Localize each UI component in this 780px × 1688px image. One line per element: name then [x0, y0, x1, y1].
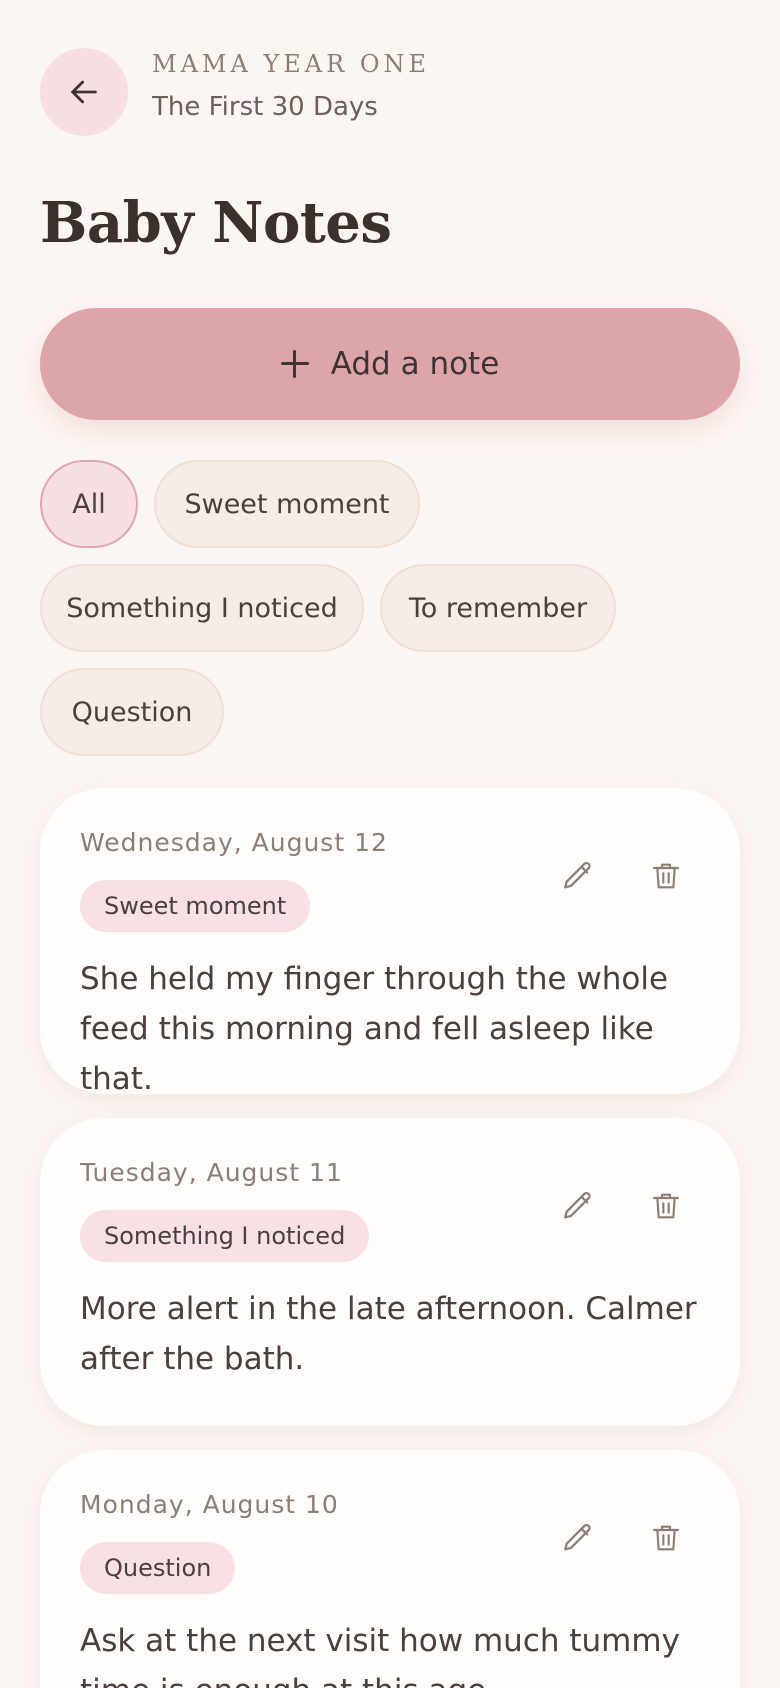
note-card: Tuesday, August 11 Something I noticed M…: [40, 1118, 740, 1426]
trash-icon: [652, 1525, 680, 1551]
note-date: Wednesday, August 12: [80, 828, 388, 857]
note-text: Ask at the next visit how much tummy tim…: [80, 1623, 680, 1688]
add-note-label: Add a note: [330, 346, 500, 382]
edit-note-button[interactable]: [548, 1176, 608, 1236]
add-note-button[interactable]: Add a note: [40, 308, 740, 420]
filter-chip-all[interactable]: All: [40, 460, 138, 548]
pencil-icon: [564, 861, 591, 889]
note-tag: Something I noticed: [80, 1210, 370, 1262]
trash-icon: [652, 1193, 680, 1219]
note-date: Monday, August 10: [80, 1490, 339, 1519]
arrow-left-icon: [71, 80, 97, 104]
app-name: MAMA YEAR ONE: [152, 50, 431, 78]
filter-chip-sweet-moment[interactable]: Sweet moment: [154, 460, 420, 548]
pencil-icon: [564, 1523, 591, 1551]
trash-icon: [652, 863, 680, 889]
page-title: Baby Notes: [40, 190, 392, 256]
pencil-icon: [564, 1191, 591, 1219]
edit-note-button[interactable]: [548, 1508, 608, 1568]
note-tag: Question: [80, 1542, 236, 1594]
note-card: Monday, August 10 Question Ask at the ne…: [40, 1450, 740, 1688]
delete-note-button[interactable]: [636, 1508, 696, 1568]
filter-chip-something-i-noticed[interactable]: Something I noticed: [40, 564, 364, 652]
baby-notes-screen: MAMA YEAR ONE The First 30 Days Baby Not…: [0, 0, 780, 1688]
filter-chip-question[interactable]: Question: [40, 668, 224, 756]
note-card: Wednesday, August 12 Sweet moment She he…: [40, 788, 740, 1097]
plus-icon: [280, 350, 309, 378]
note-tag: Sweet moment: [80, 880, 311, 932]
note-text: She held my finger through the whole fee…: [80, 961, 669, 1097]
note-text: More alert in the late afternoon. Calmer…: [80, 1291, 697, 1377]
section-subtitle: The First 30 Days: [152, 92, 378, 122]
delete-note-button[interactable]: [636, 1176, 696, 1236]
note-date: Tuesday, August 11: [80, 1158, 343, 1187]
back-button[interactable]: [40, 48, 128, 136]
edit-note-button[interactable]: [548, 846, 608, 906]
delete-note-button[interactable]: [636, 846, 696, 906]
filter-chip-to-remember[interactable]: To remember: [380, 564, 616, 652]
